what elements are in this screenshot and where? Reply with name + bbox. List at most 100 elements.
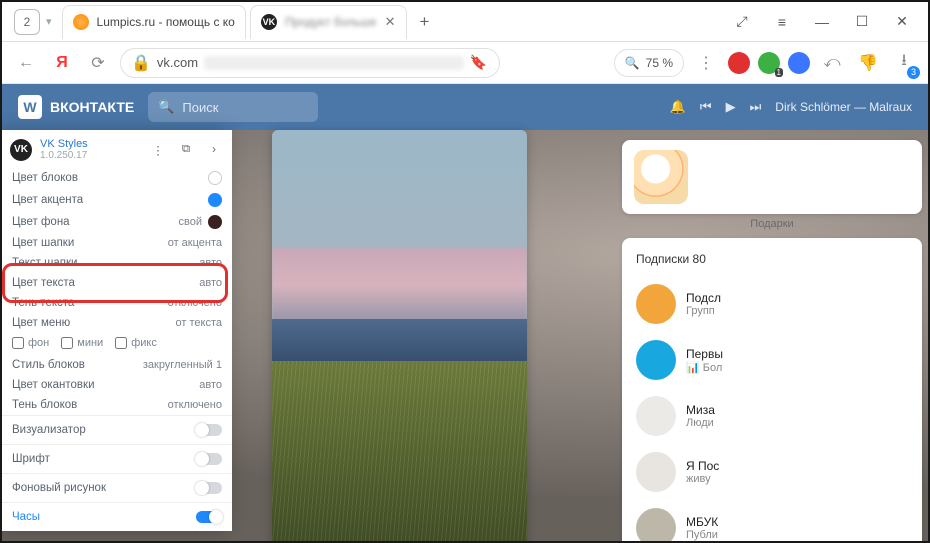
- sub-title: Я Пос: [686, 459, 719, 473]
- tab-count-button[interactable]: 2: [14, 9, 40, 35]
- menu-icon[interactable]: ≡: [762, 2, 802, 42]
- setting-label: Цвет окантовки: [12, 379, 95, 391]
- sub-subtitle: Люди: [686, 417, 715, 429]
- window-titlebar: 2 ▾ Lumpics.ru - помощь с ко VK Продукт …: [2, 2, 928, 42]
- avatar: [636, 452, 676, 492]
- lock-icon: 🔒: [131, 53, 151, 73]
- setting-value: от текста: [176, 317, 222, 329]
- setting-row[interactable]: Тень блоков отключено: [2, 395, 232, 415]
- vk-logo[interactable]: W ВКОНТАКТЕ: [18, 95, 134, 119]
- play-icon[interactable]: ▶: [726, 99, 736, 115]
- subscription-item[interactable]: МБУКПубли: [634, 500, 910, 541]
- setting-value: авто: [199, 277, 222, 289]
- section-toggle[interactable]: Фоновый рисунок: [2, 473, 232, 502]
- color-swatch-icon: [208, 215, 222, 229]
- setting-row[interactable]: Цвет меню от текста: [2, 313, 232, 333]
- browser-tab-active[interactable]: VK Продукт больше ✕: [250, 5, 407, 39]
- setting-row[interactable]: Цвет текстаавто: [2, 273, 232, 293]
- url-host: vk.com: [157, 55, 198, 70]
- setting-label: Текст шапки: [12, 257, 77, 269]
- section-toggle[interactable]: Часы: [2, 502, 232, 531]
- back-icon[interactable]: ←: [12, 49, 40, 77]
- gifts-label[interactable]: Подарки: [622, 218, 922, 230]
- toggle-switch[interactable]: [196, 453, 222, 465]
- address-bar[interactable]: 🔒 vk.com 🔖: [120, 48, 500, 78]
- setting-row[interactable]: Цвет акцента: [2, 189, 232, 211]
- setting-row[interactable]: Цвет блоков: [2, 167, 232, 189]
- subscription-item[interactable]: ПодслГрупп: [634, 276, 910, 332]
- window-close-icon[interactable]: ✕: [882, 2, 922, 42]
- new-tab-button[interactable]: +: [411, 8, 439, 36]
- check-mini[interactable]: мини: [61, 337, 103, 349]
- setting-row[interactable]: Стиль блоковзакругленный 1: [2, 355, 232, 375]
- ext-adblock-icon[interactable]: [728, 52, 750, 74]
- sub-subtitle: Публи: [686, 529, 718, 541]
- magnifier-icon: 🔍: [625, 56, 640, 70]
- subscription-item[interactable]: МизаЛюди: [634, 388, 910, 444]
- toggle-switch[interactable]: [196, 511, 222, 523]
- zoom-pill[interactable]: 🔍 75 %: [614, 49, 684, 77]
- prev-track-icon[interactable]: ⏮: [700, 99, 712, 115]
- feedback-icon[interactable]: 👎: [854, 49, 882, 77]
- setting-value: отключено: [168, 399, 222, 411]
- avatar: [636, 340, 676, 380]
- search-icon: 🔍: [158, 99, 174, 115]
- ext-generic-icon[interactable]: [788, 52, 810, 74]
- setting-label: Стиль блоков: [12, 359, 85, 371]
- close-tab-icon[interactable]: ✕: [385, 14, 396, 30]
- feed-photo[interactable]: [272, 130, 527, 541]
- popup-copy-icon[interactable]: ⧉: [176, 143, 196, 156]
- translate-icon[interactable]: ⤺: [818, 49, 846, 77]
- vk-search-input[interactable]: 🔍 Поиск: [148, 92, 318, 122]
- browser-tab[interactable]: Lumpics.ru - помощь с ко: [62, 5, 246, 39]
- window-maximize-icon[interactable]: ☐: [842, 2, 882, 42]
- reload-icon[interactable]: ⟳: [84, 49, 112, 77]
- kebab-icon[interactable]: ⋮: [692, 49, 720, 77]
- extension-popup: ↑ VK VK Styles 1.0.250.17 ⋮ ⧉ › Цвет бло…: [2, 130, 232, 531]
- section-label: Шрифт: [12, 453, 50, 465]
- vk-logo-icon: W: [18, 95, 42, 119]
- favicon-icon: [73, 14, 89, 30]
- sub-subtitle: 📊 Бол: [686, 361, 723, 374]
- setting-value: отключено: [168, 297, 222, 309]
- ext-logo-icon: VK: [10, 139, 32, 161]
- setting-row[interactable]: Цвет шапкиот акцента: [2, 233, 232, 253]
- next-track-icon[interactable]: ⏭: [750, 99, 762, 115]
- check-fix[interactable]: фикс: [115, 337, 157, 349]
- sub-title: Миза: [686, 403, 715, 417]
- yandex-icon[interactable]: Я: [48, 49, 76, 77]
- ext-name: VK Styles: [40, 138, 88, 150]
- setting-label: Тень блоков: [12, 399, 77, 411]
- subscription-item[interactable]: Я Посживу: [634, 444, 910, 500]
- section-toggle[interactable]: Шрифт: [2, 444, 232, 473]
- toggle-switch[interactable]: [196, 424, 222, 436]
- subscription-item[interactable]: Первы📊 Бол: [634, 332, 910, 388]
- ext-shield-icon[interactable]: 1: [758, 52, 780, 74]
- notifications-icon[interactable]: 🔔: [670, 99, 686, 115]
- setting-row[interactable]: Цвет окантовкиавто: [2, 375, 232, 395]
- reader-icon[interactable]: ⤢: [722, 2, 762, 42]
- section-label: Часы: [12, 511, 40, 523]
- setting-value: авто: [199, 257, 222, 269]
- window-minimize-icon[interactable]: —: [802, 2, 842, 42]
- ext-version: 1.0.250.17: [40, 150, 88, 161]
- popup-menu-icon[interactable]: ⋮: [148, 143, 168, 157]
- popup-next-icon[interactable]: ›: [204, 144, 224, 156]
- setting-row[interactable]: Тень текстаотключено: [2, 293, 232, 313]
- setting-row[interactable]: Цвет фонасвой: [2, 211, 232, 233]
- setting-value: от акцента: [168, 237, 222, 249]
- search-placeholder: Поиск: [182, 100, 218, 115]
- sub-title: Первы: [686, 347, 723, 361]
- section-toggle[interactable]: Визуализатор: [2, 415, 232, 444]
- check-bg[interactable]: фон: [12, 337, 49, 349]
- bookmark-icon[interactable]: 🔖: [470, 54, 487, 71]
- setting-label: Цвет меню: [12, 317, 70, 329]
- subscriptions-header[interactable]: Подписки 80: [634, 248, 910, 276]
- toggle-switch[interactable]: [196, 482, 222, 494]
- downloads-icon[interactable]: ⭳3: [890, 49, 918, 77]
- color-swatch-icon: [208, 193, 222, 207]
- sub-subtitle: Групп: [686, 305, 721, 317]
- setting-row[interactable]: Текст шапки авто: [2, 253, 232, 273]
- setting-label: Цвет фона: [12, 216, 70, 228]
- gifts-card[interactable]: [622, 140, 922, 214]
